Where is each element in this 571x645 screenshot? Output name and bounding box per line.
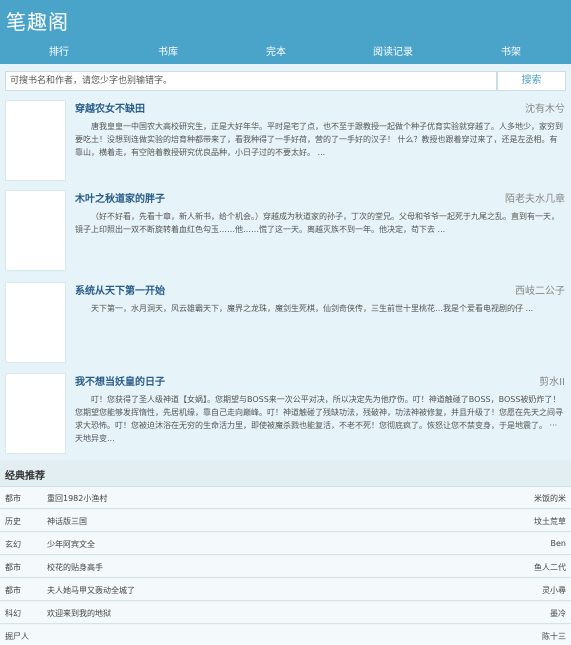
recommend-row[interactable]: 掘尸人 陈十三	[0, 625, 571, 645]
recommend-row[interactable]: 玄幻 少年阿宾文全 Ben	[0, 533, 571, 555]
nav-completed[interactable]: 完本	[246, 43, 306, 58]
book-author: 陌老夫水几章	[505, 194, 565, 205]
site-logo[interactable]: 笔趣阁	[6, 6, 69, 35]
recommend-category: 历史	[5, 517, 21, 526]
recommend-title: 经典推荐	[5, 471, 45, 482]
book-author: 剪水II	[539, 377, 565, 388]
search-input[interactable]	[5, 71, 497, 91]
recommend-book-name[interactable]: 欢迎来到我的地狱	[47, 608, 111, 619]
header: 笔趣阁 排行 书库 完本 阅读记录 书架	[0, 0, 571, 64]
recommend-category: 玄幻	[5, 540, 21, 549]
recommend-book-name[interactable]: 重回1982小渔村	[47, 493, 107, 504]
recommend-row[interactable]: 都市 夫人她马甲又轰动全城了 灵小尋	[0, 579, 571, 601]
book-cover[interactable]	[5, 100, 66, 181]
recommend-author: 陈十三	[542, 632, 566, 641]
recommend-author: Ben	[550, 539, 566, 548]
book-description: （好不好看，先看十章，新人新书，给个机会。）穿越成为秋道家的孙子，丁次的堂兄。父…	[75, 212, 559, 234]
recommend-row[interactable]: 历史 神话版三国 坟土荒草	[0, 510, 571, 532]
recommend-author: 米饭的米	[534, 494, 566, 503]
book-author: 西岐二公子	[515, 286, 565, 297]
book-title[interactable]: 系统从天下第一开始	[75, 282, 165, 297]
recommend-section: 经典推荐 都市 重回1982小渔村 米饭的米 历史 神话版三国 坟土荒草 玄幻 …	[0, 460, 571, 645]
recommend-book-name[interactable]: 校花的贴身高手	[47, 562, 103, 573]
book-title[interactable]: 穿越农女不缺田	[75, 100, 145, 115]
book-cover[interactable]	[5, 373, 66, 454]
recommend-category: 都市	[5, 494, 21, 503]
search-bar: 搜索	[0, 64, 571, 98]
recommend-row[interactable]: 都市 校花的贴身高手 鱼人二代	[0, 556, 571, 578]
book-description: 叮！您获得了圣人级神道【女娲】。您期望与BOSS来一次公平对决，所以决定先为他疗…	[75, 395, 563, 443]
book-list: 穿越农女不缺田 沈有木兮 唐我皇皇一中国农大高校研究生，正是大好年华。平时是宅了…	[0, 98, 571, 460]
book-item: 木叶之秋道家的胖子 陌老夫水几章 （好不好看，先看十章，新人新书，给个机会。）穿…	[0, 188, 571, 278]
book-author: 沈有木兮	[525, 104, 565, 115]
main-nav: 排行 书库 完本 阅读记录 书架	[0, 36, 571, 64]
nav-reading-history[interactable]: 阅读记录	[363, 43, 423, 58]
recommend-row[interactable]: 科幻 欢迎来到我的地狱 墨冷	[0, 602, 571, 624]
recommend-book-name[interactable]: 夫人她马甲又轰动全城了	[47, 585, 135, 596]
book-description: 唐我皇皇一中国农大高校研究生，正是大好年华。平时是宅了点，也不至于跟教授一起做个…	[75, 122, 563, 157]
recommend-category: 都市	[5, 563, 21, 572]
book-description: 天下第一，水月洞天，风云雄霸天下，魔界之龙珠，魔剑生死棋，仙剑奇侠传，三生前世十…	[91, 304, 534, 313]
recommend-category: 掘尸人	[5, 632, 29, 641]
recommend-header: 经典推荐	[0, 460, 571, 487]
book-cover[interactable]	[5, 190, 66, 271]
recommend-row[interactable]: 都市 重回1982小渔村 米饭的米	[0, 487, 571, 509]
recommend-author: 鱼人二代	[534, 563, 566, 572]
recommend-book-name[interactable]: 少年阿宾文全	[47, 539, 95, 550]
recommend-author: 灵小尋	[542, 586, 566, 595]
recommend-book-name[interactable]: 神话版三国	[47, 516, 87, 527]
recommend-category: 都市	[5, 586, 21, 595]
nav-bookshelf[interactable]: 书架	[481, 43, 541, 58]
search-button[interactable]: 搜索	[497, 71, 566, 91]
recommend-author: 坟土荒草	[534, 517, 566, 526]
book-item: 穿越农女不缺田 沈有木兮 唐我皇皇一中国农大高校研究生，正是大好年华。平时是宅了…	[0, 98, 571, 188]
recommend-author: 墨冷	[550, 609, 566, 618]
book-item: 我不想当妖皇的日子 剪水II 叮！您获得了圣人级神道【女娲】。您期望与BOSS来…	[0, 371, 571, 461]
book-title[interactable]: 木叶之秋道家的胖子	[75, 190, 165, 205]
book-title[interactable]: 我不想当妖皇的日子	[75, 373, 165, 388]
book-cover[interactable]	[5, 282, 66, 363]
recommend-category: 科幻	[5, 609, 21, 618]
nav-library[interactable]: 书库	[138, 43, 198, 58]
book-item: 系统从天下第一开始 西岐二公子 天下第一，水月洞天，风云雄霸天下，魔界之龙珠，魔…	[0, 280, 571, 370]
nav-rank[interactable]: 排行	[29, 43, 89, 58]
